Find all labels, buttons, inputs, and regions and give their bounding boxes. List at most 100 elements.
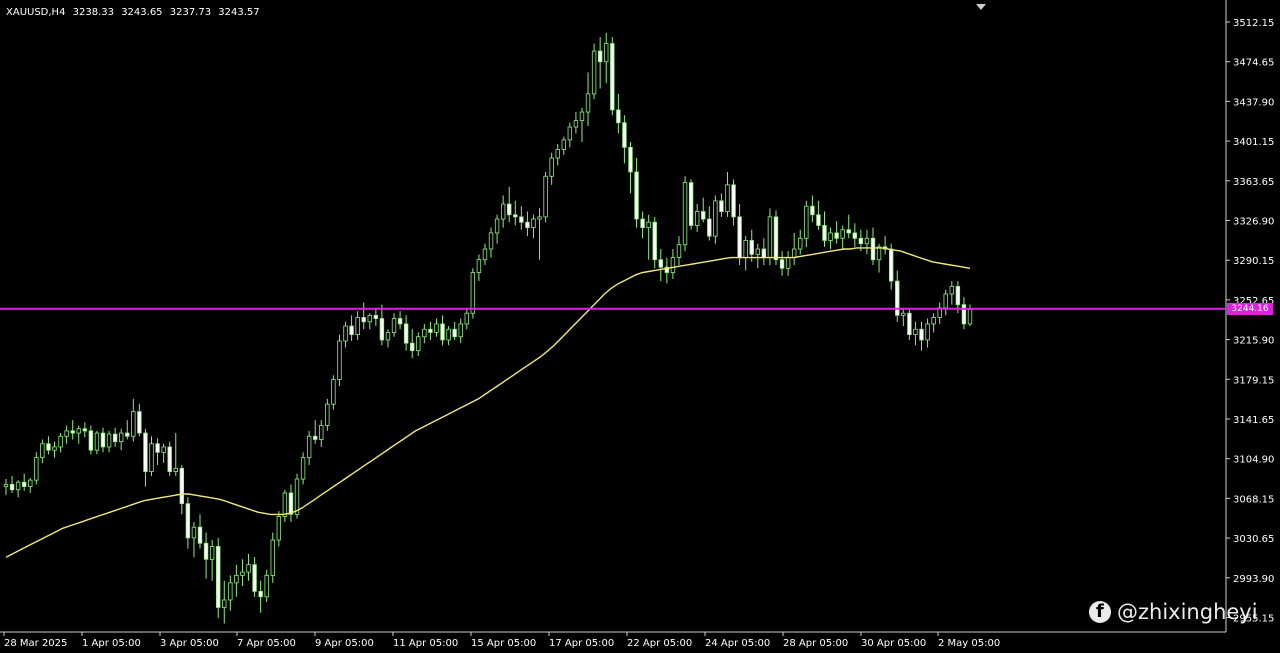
candle [682, 176, 688, 252]
candle [240, 559, 245, 587]
candle-body [137, 411, 142, 434]
candle [355, 311, 360, 340]
candle [28, 477, 33, 493]
candle [313, 420, 318, 444]
candle-body [519, 216, 524, 223]
candle [646, 214, 651, 260]
candle-body [543, 175, 548, 218]
candle [628, 142, 633, 194]
candle-body [888, 248, 894, 282]
candle [94, 430, 100, 455]
candle [531, 214, 536, 239]
candle-body [100, 432, 106, 448]
candle [961, 297, 967, 330]
candle [585, 72, 591, 126]
candle-body [585, 93, 591, 113]
candle-body [500, 203, 506, 220]
candle-body [895, 280, 900, 316]
candle [173, 433, 178, 476]
candle-body [82, 428, 88, 432]
candle-body [21, 481, 27, 487]
candle-body [149, 443, 154, 472]
candle-body [161, 446, 166, 453]
price-tick-label: 3030.65 [1233, 534, 1274, 545]
candle [888, 243, 894, 290]
chart-shift-marker[interactable] [976, 4, 986, 10]
candle-body [209, 546, 215, 560]
candle [155, 438, 160, 466]
candle-body [422, 328, 427, 338]
candle [464, 307, 469, 330]
candle [252, 557, 257, 597]
candle [816, 200, 821, 230]
candle [3, 479, 9, 496]
candle-body [858, 237, 864, 245]
candle-body [337, 340, 342, 380]
time-tick-label: 28 Apr 05:00 [783, 638, 848, 649]
candle [203, 532, 209, 579]
candle [664, 257, 670, 284]
candle-body [719, 200, 724, 212]
candle [422, 323, 427, 344]
candle-body [34, 457, 39, 481]
candle-body [604, 43, 609, 63]
candle-body [840, 229, 845, 239]
candle [852, 223, 858, 247]
candle-body [779, 259, 785, 269]
candle [397, 311, 403, 330]
candle-body [282, 492, 288, 517]
candle [9, 475, 15, 493]
candle-body [143, 432, 148, 472]
candle-body [755, 248, 760, 255]
candle-body [852, 232, 858, 239]
candle-body [349, 325, 354, 336]
candle [191, 521, 197, 558]
candle [652, 216, 657, 269]
candle [52, 441, 57, 458]
candle [895, 270, 900, 322]
candle-body [901, 312, 906, 316]
candle-body [767, 216, 773, 258]
candle-body [270, 539, 275, 576]
candle [367, 313, 372, 330]
candle [385, 329, 391, 348]
price-chart[interactable]: 3512.15 3474.65 3437.90 3401.15 3363.65 3326.… [0, 0, 1280, 653]
candle [834, 221, 839, 244]
time-tick-label: 17 Apr 05:00 [549, 638, 614, 649]
candle [331, 375, 336, 410]
candle-body [203, 542, 209, 560]
candle [70, 420, 75, 440]
candle-body [246, 564, 251, 573]
candle [131, 398, 136, 442]
candle-body [913, 328, 918, 336]
candle [282, 489, 288, 522]
symbol-info-bar: XAUUSD,H4 3238.33 3243.65 3237.73 3243.5… [6, 7, 264, 18]
candle [234, 564, 239, 597]
candle-body [834, 232, 839, 239]
candle-body [9, 484, 15, 491]
candle [21, 473, 27, 491]
candle [428, 321, 433, 340]
time-tick-label: 9 Apr 05:00 [315, 638, 374, 649]
candle-body [118, 432, 124, 443]
candle-body [810, 205, 815, 216]
candle [549, 152, 554, 185]
candle [791, 232, 797, 266]
time-tick-label: 22 Apr 05:00 [627, 638, 692, 649]
candle-body [264, 574, 269, 598]
candle [543, 171, 548, 223]
candle [167, 441, 172, 476]
price-tick-label: 3104.90 [1233, 455, 1274, 466]
candle-body [622, 122, 627, 148]
candle-body [131, 411, 136, 437]
candle [143, 428, 148, 487]
candle-body [234, 574, 239, 584]
candle [161, 443, 166, 464]
candle-body [628, 146, 633, 173]
candle-body [397, 318, 403, 325]
candle [555, 144, 560, 166]
candle [222, 580, 227, 624]
candle [15, 480, 21, 498]
candle [707, 206, 712, 241]
candle [270, 532, 275, 583]
